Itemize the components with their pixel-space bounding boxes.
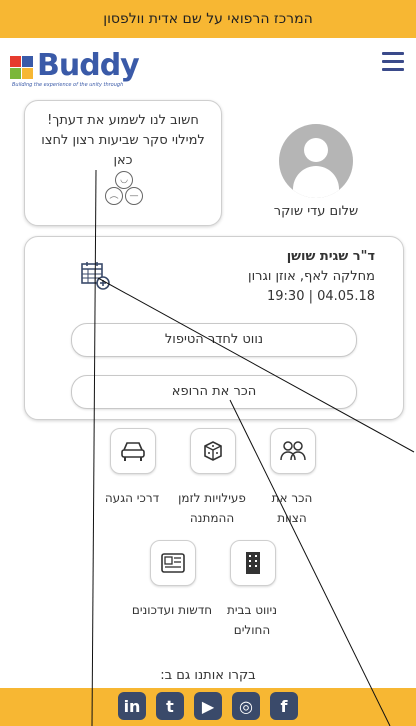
tile-label-directions: דרכי הגעה: [104, 491, 160, 505]
appointment-details: ד"ר שגית שושן מחלקה לאף, אוזן וגרון 19:3…: [248, 247, 375, 307]
hamburger-menu-icon[interactable]: [382, 52, 404, 72]
buddy-logo[interactable]: Buddy: [10, 48, 140, 83]
survey-card[interactable]: חשוב לנו לשמוע את דעתך! למילוי סקר שביעו…: [24, 100, 222, 226]
buddy-logo-text: Buddy: [37, 48, 140, 83]
youtube-icon[interactable]: ▶: [194, 692, 222, 720]
linkedin-icon[interactable]: in: [118, 692, 146, 720]
user-name: שלום עדי שוקר: [273, 204, 359, 219]
calendar-add-icon[interactable]: [81, 261, 110, 290]
tile-label-news: חדשות ועדכונים: [131, 603, 213, 617]
user-profile[interactable]: שלום עדי שוקר: [268, 124, 364, 219]
social-footer: in t ▶ ◎ f: [0, 688, 416, 726]
tile-label-team: הכר את הצוות: [271, 491, 313, 525]
visit-us-text: בקרו אותנו גם ב:: [160, 668, 256, 683]
twitter-icon[interactable]: t: [156, 692, 184, 720]
dice-icon[interactable]: [190, 428, 236, 474]
facebook-icon[interactable]: f: [270, 692, 298, 720]
logo-tagline: Building the experience of the unity thr…: [12, 82, 124, 88]
buddy-logo-mark-icon: [10, 56, 34, 80]
car-icon[interactable]: [110, 428, 156, 474]
department: מחלקה לאף, אוזן וגרון: [248, 269, 375, 284]
appointment-datetime: 19:30 | 04.05.18: [267, 289, 375, 304]
newspaper-icon[interactable]: [150, 540, 196, 586]
navigate-to-room-button[interactable]: נווט לחדר הטיפול: [71, 323, 357, 357]
tile-label-navigation: ניווט בבית החולים: [226, 603, 278, 637]
doctor-name: ד"ר שגית שושן: [286, 249, 375, 264]
hospital-banner-text: המרכז הרפואי על שם אדית וולפסון: [103, 11, 313, 27]
building-icon[interactable]: [230, 540, 276, 586]
app-header: Buddy Building the experience of the uni…: [0, 38, 416, 96]
tile-label-activities: פעילויות לזמן ההמתנה: [178, 491, 246, 525]
user-avatar-icon: [279, 124, 353, 198]
hospital-banner: המרכז הרפואי על שם אדית וולפסון: [0, 0, 416, 38]
survey-text: חשוב לנו לשמוע את דעתך! למילוי סקר שביעו…: [41, 113, 205, 168]
appointment-card: ד"ר שגית שושן מחלקה לאף, אוזן וגרון 19:3…: [24, 236, 404, 420]
instagram-icon[interactable]: ◎: [232, 692, 260, 720]
faces-icon: ◡ ︵ —: [103, 171, 143, 207]
meet-doctor-button[interactable]: הכר את הרופא: [71, 375, 357, 409]
team-icon[interactable]: [270, 428, 316, 474]
